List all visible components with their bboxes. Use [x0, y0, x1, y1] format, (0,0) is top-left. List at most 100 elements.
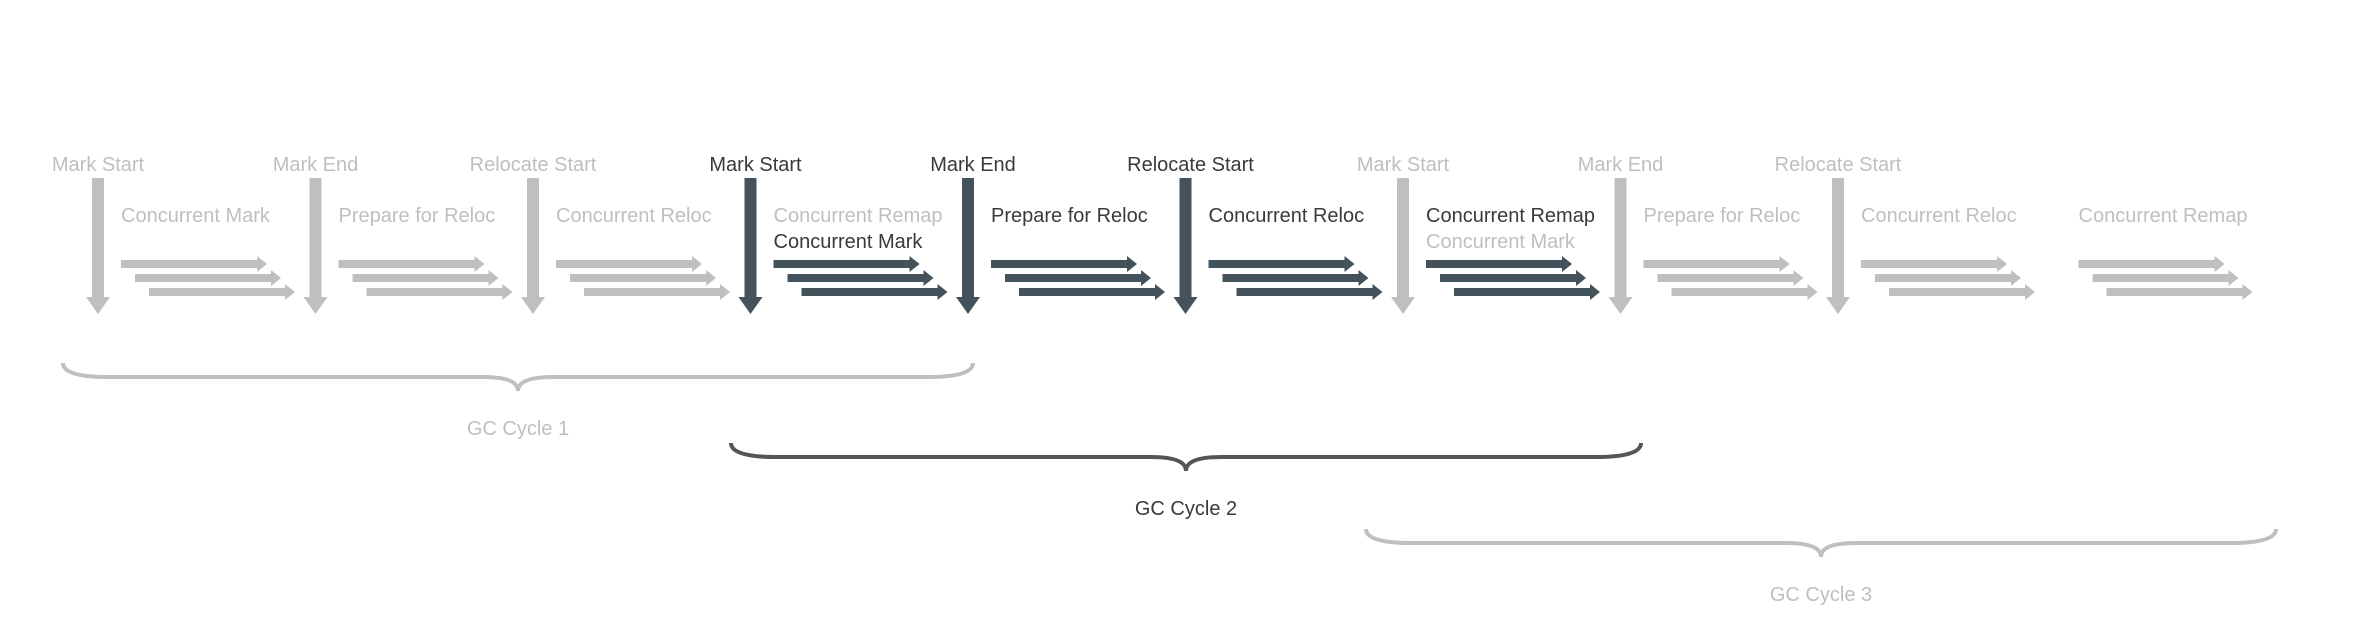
right-arrow-icon — [923, 270, 934, 286]
thread-arrow-shaft — [1440, 274, 1576, 282]
phase-label: Concurrent Reloc — [1209, 205, 1365, 227]
marker-label: Mark Start — [709, 154, 802, 176]
phase-9: Concurrent Remap — [2078, 205, 2253, 300]
phase-8: Concurrent Reloc — [1861, 205, 2035, 300]
right-arrow-icon — [1590, 284, 1600, 300]
marker-label: Mark Start — [1357, 154, 1450, 176]
gc-cycle-1: GC Cycle 1 — [61, 362, 975, 440]
right-arrow-icon — [1997, 256, 2007, 272]
right-arrow-icon — [474, 256, 485, 272]
thread-arrow-shaft — [1889, 288, 2025, 296]
curly-brace-icon — [729, 442, 1643, 472]
thread-arrow-shaft — [1861, 260, 1997, 268]
right-arrow-icon — [502, 284, 513, 300]
thread-arrow-shaft — [1875, 274, 2011, 282]
phase-0: Concurrent Mark — [121, 205, 295, 300]
phase-7: Prepare for Reloc — [1643, 205, 1818, 300]
phase-label: Concurrent Mark — [121, 205, 271, 227]
thread-arrow-shaft — [135, 274, 271, 282]
right-arrow-icon — [2025, 284, 2035, 300]
thread-arrow-shaft — [1005, 274, 1141, 282]
right-arrow-icon — [2228, 270, 2239, 286]
thread-arrow-shaft — [1236, 288, 1373, 296]
thread-arrow-shaft — [1671, 288, 1808, 296]
marker-arrow-shaft — [92, 178, 104, 298]
right-arrow-icon — [706, 270, 716, 286]
right-arrow-icon — [285, 284, 295, 300]
phase-label: Concurrent Remap — [774, 205, 943, 227]
phase-label: Prepare for Reloc — [1644, 205, 1801, 227]
thread-arrow-shaft — [991, 260, 1127, 268]
phase-label: Concurrent Reloc — [1861, 205, 2017, 227]
phase-3: Concurrent Remap Concurrent Mark — [773, 205, 948, 300]
marker-label: Mark End — [1578, 154, 1664, 176]
thread-arrow-shaft — [556, 260, 692, 268]
right-arrow-icon — [488, 270, 499, 286]
curly-brace-icon — [1364, 528, 2278, 558]
marker-label: Relocate Start — [470, 154, 597, 176]
right-arrow-icon — [1344, 256, 1355, 272]
right-arrow-icon — [937, 284, 948, 300]
phase-2: Concurrent Reloc — [556, 205, 730, 300]
marker-label: Mark End — [930, 154, 1016, 176]
thread-arrow-shaft — [801, 288, 938, 296]
marker-label: Relocate Start — [1127, 154, 1254, 176]
right-arrow-icon — [1576, 270, 1586, 286]
thread-arrow-shaft — [2092, 274, 2229, 282]
phase-5: Concurrent Reloc — [1208, 205, 1383, 300]
right-arrow-icon — [1358, 270, 1369, 286]
down-arrow-icon — [1391, 297, 1415, 314]
curly-brace-icon — [61, 362, 975, 392]
thread-arrow-shaft — [1019, 288, 1155, 296]
gc-cycle-2: GC Cycle 2 — [729, 442, 1643, 520]
thread-arrow-shaft — [584, 288, 720, 296]
gc-cycle-3: GC Cycle 3 — [1364, 528, 2278, 606]
marker-arrow-shaft — [527, 178, 539, 298]
down-arrow-icon — [1826, 297, 1850, 314]
phase-label: Concurrent Mark — [1426, 231, 1576, 253]
phase-1: Prepare for Reloc — [338, 205, 513, 300]
down-arrow-icon — [1608, 297, 1633, 314]
right-arrow-icon — [271, 270, 281, 286]
thread-arrow-shaft — [2078, 260, 2215, 268]
right-arrow-icon — [692, 256, 702, 272]
thread-arrow-shaft — [1208, 260, 1345, 268]
phase-label: Concurrent Remap — [1426, 205, 1595, 227]
right-arrow-icon — [1779, 256, 1790, 272]
thread-arrow-shaft — [1657, 274, 1794, 282]
right-arrow-icon — [2214, 256, 2225, 272]
phase-label: Concurrent Remap — [2079, 205, 2248, 227]
phase-4: Prepare for Reloc — [991, 205, 1165, 300]
thread-arrow-shaft — [1222, 274, 1359, 282]
right-arrow-icon — [1141, 270, 1151, 286]
marker-label: Mark End — [273, 154, 359, 176]
thread-arrow-shaft — [1454, 288, 1590, 296]
right-arrow-icon — [1807, 284, 1818, 300]
phase-label: Prepare for Reloc — [339, 205, 496, 227]
right-arrow-icon — [257, 256, 267, 272]
thread-arrow-shaft — [121, 260, 257, 268]
thread-arrow-shaft — [570, 274, 706, 282]
thread-arrow-shaft — [366, 288, 503, 296]
thread-arrow-shaft — [338, 260, 475, 268]
gc-cycle-diagram: Mark Start Mark End Relocate Start Mark Sta… — [52, 154, 2278, 606]
gc-cycle-label: GC Cycle 3 — [1770, 584, 1872, 606]
thread-arrow-shaft — [149, 288, 285, 296]
marker-arrow-shaft — [1832, 178, 1844, 298]
thread-arrow-shaft — [787, 274, 924, 282]
marker-arrow-shaft — [962, 178, 974, 298]
down-arrow-icon — [521, 297, 545, 314]
gc-cycle-label: GC Cycle 2 — [1135, 498, 1237, 520]
phase-label: Prepare for Reloc — [991, 205, 1148, 227]
right-arrow-icon — [1127, 256, 1137, 272]
marker-label: Mark Start — [52, 154, 145, 176]
right-arrow-icon — [1372, 284, 1383, 300]
right-arrow-icon — [1562, 256, 1572, 272]
right-arrow-icon — [2242, 284, 2253, 300]
right-arrow-icon — [1793, 270, 1804, 286]
thread-arrow-shaft — [1426, 260, 1562, 268]
marker-arrow-shaft — [1397, 178, 1409, 298]
down-arrow-icon — [956, 297, 980, 314]
phase-label: Concurrent Reloc — [556, 205, 712, 227]
down-arrow-icon — [86, 297, 110, 314]
